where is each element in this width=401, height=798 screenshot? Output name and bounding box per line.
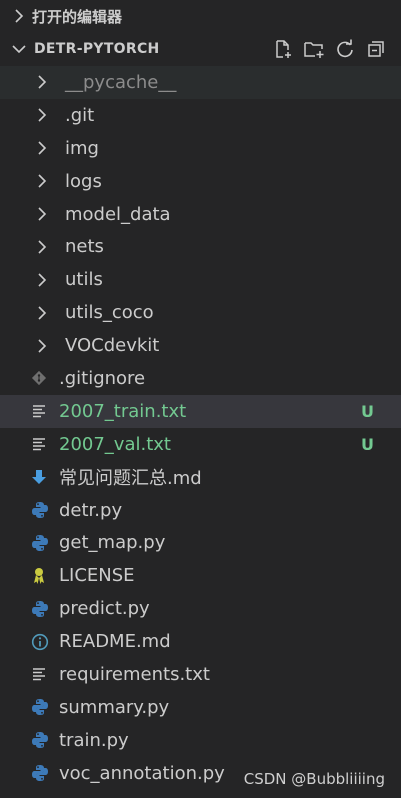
tree-item-label: detr.py: [59, 499, 123, 521]
tree-item-label: model_data: [65, 203, 171, 225]
new-file-icon[interactable]: [272, 38, 294, 60]
text-file-icon: [31, 401, 59, 421]
tree-item-label: requirements.txt: [59, 663, 210, 685]
chevron-right-icon: [31, 237, 65, 257]
python-icon: [31, 599, 59, 619]
python-icon: [31, 763, 59, 783]
text-file-icon: [31, 434, 59, 454]
tree-item-label: utils: [65, 269, 103, 291]
tree-item-label: .gitignore: [59, 367, 146, 389]
tree-item-label: README.md: [59, 631, 171, 653]
file-item[interactable]: 2007_val.txt U: [0, 428, 401, 461]
explorer-actions: [272, 38, 401, 60]
open-editors-title: 打开的编辑器: [32, 7, 123, 26]
tree-item-label: __pycache__: [65, 71, 177, 93]
git-status-badge: U: [361, 401, 374, 421]
file-item[interactable]: 2007_train.txt U: [0, 394, 401, 428]
folder-item[interactable]: __pycache__: [0, 66, 401, 99]
chevron-right-icon: [14, 9, 32, 23]
git-icon: [31, 368, 59, 388]
chevron-right-icon: [31, 303, 65, 323]
file-item[interactable]: LICENSE: [0, 559, 401, 592]
file-item[interactable]: 常见问题汇总.md: [0, 461, 401, 494]
license-icon: [31, 566, 59, 586]
chevron-right-icon: [31, 105, 65, 125]
tree-item-label: 2007_val.txt: [59, 433, 171, 455]
text-file-icon: [31, 664, 59, 684]
file-item[interactable]: train.py: [0, 724, 401, 757]
tree-item-label: get_map.py: [59, 532, 166, 554]
chevron-down-icon: [12, 44, 34, 54]
tree-item-label: img: [65, 137, 99, 159]
chevron-right-icon: [31, 138, 65, 158]
folder-item[interactable]: .git: [0, 99, 401, 132]
new-folder-icon[interactable]: [303, 38, 325, 60]
python-icon: [31, 533, 59, 553]
tree-item-label: train.py: [59, 729, 129, 751]
folder-item[interactable]: nets: [0, 230, 401, 263]
folder-item[interactable]: model_data: [0, 198, 401, 231]
open-editors-header[interactable]: 打开的编辑器: [0, 0, 401, 32]
chevron-right-icon: [31, 336, 65, 356]
file-item[interactable]: README.md: [0, 625, 401, 658]
watermark: CSDN @Bubbliiiing: [243, 770, 385, 788]
explorer-title: DETR-PYTORCH: [34, 41, 160, 57]
python-icon: [31, 730, 59, 750]
tree-item-label: summary.py: [59, 696, 170, 718]
python-icon: [31, 697, 59, 717]
collapse-all-icon[interactable]: [365, 38, 387, 60]
folder-item[interactable]: logs: [0, 165, 401, 198]
git-status-badge: U: [361, 434, 374, 454]
folder-item[interactable]: VOCdevkit: [0, 329, 401, 362]
info-icon: [31, 632, 59, 652]
chevron-right-icon: [31, 270, 65, 290]
tree-item-label: predict.py: [59, 598, 150, 620]
tree-item-label: .git: [65, 104, 95, 126]
file-item[interactable]: .gitignore: [0, 362, 401, 395]
file-item[interactable]: requirements.txt: [0, 658, 401, 691]
folder-item[interactable]: utils_coco: [0, 296, 401, 329]
markdown-download-icon: [31, 467, 59, 487]
tree-item-label: LICENSE: [59, 565, 135, 587]
folder-item[interactable]: img: [0, 132, 401, 165]
file-item[interactable]: summary.py: [0, 691, 401, 724]
tree-item-label: 常见问题汇总.md: [59, 468, 202, 490]
tree-item-label: logs: [65, 170, 102, 192]
chevron-right-icon: [31, 171, 65, 191]
tree-item-label: utils_coco: [65, 302, 154, 324]
python-icon: [31, 500, 59, 520]
chevron-right-icon: [31, 72, 65, 92]
file-tree: __pycache__ .git img logs model_datanets util…: [0, 66, 401, 790]
file-item[interactable]: get_map.py: [0, 526, 401, 559]
tree-item-label: 2007_train.txt: [59, 400, 187, 422]
explorer-header[interactable]: DETR-PYTORCH: [0, 32, 401, 66]
file-item[interactable]: detr.py: [0, 494, 401, 527]
chevron-right-icon: [31, 204, 65, 224]
folder-item[interactable]: utils: [0, 263, 401, 296]
refresh-icon[interactable]: [334, 38, 356, 60]
tree-item-label: VOCdevkit: [65, 335, 160, 357]
file-item[interactable]: predict.py: [0, 592, 401, 625]
tree-item-label: nets: [65, 236, 104, 258]
